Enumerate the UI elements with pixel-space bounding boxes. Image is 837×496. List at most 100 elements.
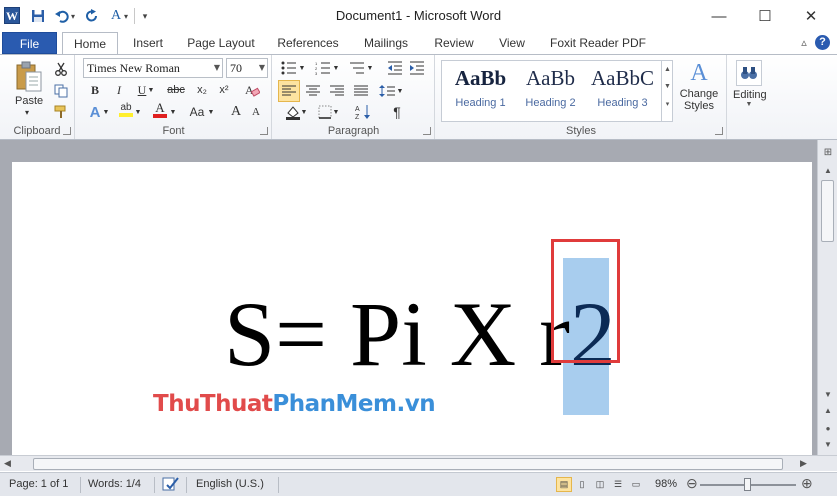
draft-view-icon[interactable]: ▭ [628,477,644,492]
align-center-button[interactable] [303,81,323,101]
show-marks-button[interactable]: ¶ [387,102,407,122]
tab-references[interactable]: References [272,32,344,54]
vertical-scrollbar[interactable]: ⊞ ▲ ▼ ▲ ● ▼ [817,140,837,458]
zoom-slider-thumb[interactable] [744,478,751,491]
decrease-indent-icon[interactable] [385,58,405,78]
help-icon[interactable]: ? [815,35,830,50]
horizontal-scroll-thumb[interactable] [33,458,783,470]
status-separator [154,477,155,493]
borders-dropdown-icon[interactable]: ▼ [331,102,341,122]
subscript-button[interactable]: x₂ [192,80,212,100]
gallery-up-icon[interactable]: ▲ [662,66,673,73]
tab-insert[interactable]: Insert [126,32,170,54]
tab-home[interactable]: Home [62,32,118,55]
copy-icon[interactable] [51,81,71,101]
web-layout-icon[interactable]: ◫ [592,477,608,492]
shrink-font-button[interactable]: A [246,102,266,122]
ruler-toggle-icon[interactable]: ⊞ [821,146,835,160]
cut-icon[interactable] [51,59,71,79]
numbering-dropdown-icon[interactable]: ▼ [331,58,341,78]
tab-file[interactable]: File [2,32,57,54]
minimize-button[interactable]: — [696,0,742,32]
full-screen-reading-icon[interactable]: ▯ [574,477,590,492]
status-separator [80,477,81,493]
close-button[interactable]: ✕ [788,0,834,32]
page-count[interactable]: Page: 1 of 1 [9,478,68,490]
zoom-level[interactable]: 98% [655,478,677,490]
align-right-button[interactable] [327,81,347,101]
multilevel-list-icon[interactable] [347,58,367,78]
styles-launcher-icon[interactable] [715,127,723,135]
align-left-button[interactable] [278,80,300,102]
font-size-combo[interactable]: 70 ▼ [226,58,268,78]
text-effects-dropdown-icon[interactable]: ▼ [101,102,111,122]
zoom-in-icon[interactable]: ⊕ [801,475,813,492]
line-spacing-dropdown-icon[interactable]: ▼ [395,81,405,101]
print-layout-view-icon[interactable]: ▤ [556,477,572,492]
paragraph-launcher-icon[interactable] [423,127,431,135]
paste-label[interactable]: Paste [15,95,43,107]
next-page-icon[interactable]: ▼ [821,438,835,452]
tab-view[interactable]: View [492,32,532,54]
gallery-down-icon[interactable]: ▼ [662,83,673,90]
font-name-dropdown-icon[interactable]: ▼ [214,59,220,77]
grow-font-button[interactable]: A [226,102,246,122]
gallery-more-icon[interactable]: ▾ [662,100,673,108]
multilevel-dropdown-icon[interactable]: ▼ [365,58,375,78]
language-status[interactable]: English (U.S.) [196,478,264,490]
bold-button[interactable]: B [85,80,105,100]
font-launcher-icon[interactable] [260,127,268,135]
font-color-button[interactable]: A [150,100,170,120]
horizontal-scrollbar[interactable]: ◀ ▶ [0,455,837,471]
document-page[interactable]: S= Pi X r2 ThuThuatPhanMem.vn [12,162,812,458]
tab-mailings[interactable]: Mailings [356,32,416,54]
numbering-icon[interactable]: 123 [313,58,333,78]
bullets-dropdown-icon[interactable]: ▼ [297,58,307,78]
font-name-combo[interactable]: Times New Roman ▼ [83,58,223,78]
paste-icon[interactable] [14,61,44,93]
style-heading-3[interactable]: AaBbC Heading 3 [586,61,659,119]
paste-dropdown-icon[interactable]: ▾ [25,108,29,117]
sort-icon[interactable]: AZ [353,102,373,122]
increase-indent-icon[interactable] [407,58,427,78]
editing-button[interactable]: Editing ▼ [733,58,767,120]
font-color-dropdown-icon[interactable]: ▼ [168,102,178,122]
change-case-dropdown-icon[interactable]: ▼ [206,102,216,122]
underline-dropdown-icon[interactable]: ▼ [146,80,156,100]
tab-foxit-reader-pdf[interactable]: Foxit Reader PDF [546,32,650,54]
shading-dropdown-icon[interactable]: ▼ [299,102,309,122]
italic-button[interactable]: I [109,80,129,100]
maximize-button[interactable]: ☐ [742,0,788,32]
outline-view-icon[interactable]: ☰ [610,477,626,492]
scroll-right-icon[interactable]: ▶ [800,458,807,469]
vertical-scroll-thumb[interactable] [821,180,834,242]
scroll-down-icon[interactable]: ▼ [821,388,835,402]
clear-formatting-icon[interactable]: A [242,80,262,100]
document-area: S= Pi X r2 ThuThuatPhanMem.vn [0,140,837,458]
collapse-ribbon-icon[interactable]: ▵ [796,35,812,51]
justify-button[interactable] [351,81,371,101]
font-size-dropdown-icon[interactable]: ▼ [259,59,265,77]
highlight-dropdown-icon[interactable]: ▼ [133,102,143,122]
editing-label: Editing [733,89,767,101]
change-styles-button[interactable]: A Change Styles [676,58,722,120]
scroll-left-icon[interactable]: ◀ [4,458,11,469]
line-spacing-icon[interactable] [377,81,397,101]
clipboard-launcher-icon[interactable] [63,127,71,135]
proofing-icon[interactable] [162,476,180,495]
svg-text:Z: Z [355,114,360,120]
tab-review[interactable]: Review [428,32,480,54]
strikethrough-button[interactable]: abc [164,80,188,100]
tab-page-layout[interactable]: Page Layout [182,32,260,54]
style-heading-2[interactable]: AaBb Heading 2 [514,61,587,119]
word-count[interactable]: Words: 1/4 [88,478,141,490]
previous-page-icon[interactable]: ▲ [821,404,835,418]
scroll-up-icon[interactable]: ▲ [821,164,835,178]
zoom-out-icon[interactable]: ⊖ [686,475,698,492]
style-heading-1[interactable]: AaBb Heading 1 [444,61,517,119]
superscript-button[interactable]: x² [214,80,234,100]
browse-object-icon[interactable]: ● [821,422,835,436]
change-case-button[interactable]: Aa [186,102,208,122]
format-painter-icon[interactable] [51,102,71,122]
bullets-icon[interactable] [279,58,299,78]
